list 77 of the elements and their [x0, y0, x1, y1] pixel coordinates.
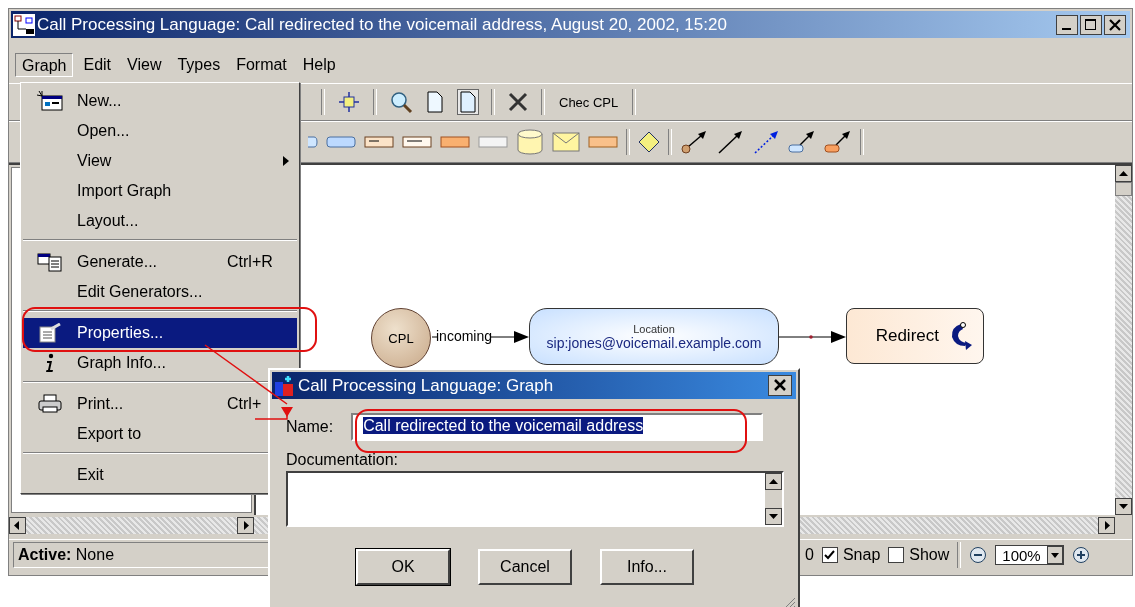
redirect-node[interactable]: Redirect: [846, 308, 984, 364]
dialog-title: Call Processing Language: Graph: [298, 375, 555, 396]
scroll-down-icon[interactable]: [1115, 498, 1132, 515]
node-caption: Location: [633, 322, 675, 335]
status-value: 0: [805, 546, 814, 564]
zoom-out-icon[interactable]: [969, 546, 988, 564]
new-window-icon: [37, 91, 63, 111]
scroll-right-icon[interactable]: [1098, 516, 1115, 534]
scroll-thumb[interactable]: [1115, 182, 1132, 196]
generate-icon: [37, 252, 63, 272]
menu-item[interactable]: Edit: [77, 53, 118, 77]
menu-option[interactable]: Generate... Ctrl+R: [23, 247, 297, 277]
snap-label: Snap: [842, 546, 881, 564]
close-icon[interactable]: [1104, 14, 1126, 35]
printer-icon: [37, 394, 63, 414]
maximize-icon[interactable]: [1080, 14, 1102, 35]
diamond-icon[interactable]: [638, 131, 660, 153]
note-rect-icon[interactable]: [402, 135, 432, 149]
node-label: Redirect: [875, 326, 939, 346]
menu-option[interactable]: Graph Info...: [23, 348, 297, 378]
location-node[interactable]: Location sip:jones@voicemail.example.com: [529, 308, 779, 365]
search-icon[interactable]: [389, 90, 413, 114]
dialog-button[interactable]: OK: [356, 549, 450, 585]
check-cpl-button[interactable]: Chec CPL: [557, 94, 621, 110]
crosshair-icon[interactable]: [337, 90, 361, 114]
page-icon[interactable]: [457, 89, 479, 115]
delete-icon[interactable]: [507, 91, 529, 113]
app-icon: [274, 374, 296, 397]
start-node[interactable]: CPL: [371, 308, 431, 368]
menu-option[interactable]: View: [23, 146, 297, 176]
phone-handset-icon: [949, 321, 973, 351]
menu-item[interactable]: Format: [230, 53, 293, 77]
close-icon[interactable]: [768, 375, 792, 396]
show-label: Show: [909, 546, 950, 564]
info-icon: [44, 353, 56, 373]
menu-option[interactable]: Open...: [23, 116, 297, 146]
zoom-in-icon[interactable]: [1071, 546, 1090, 564]
connector-icon[interactable]: [680, 129, 708, 155]
envelope-icon[interactable]: [552, 131, 580, 153]
menu-option[interactable]: Import Graph: [23, 176, 297, 206]
menu-option[interactable]: New...: [23, 86, 297, 116]
scroll-right-icon[interactable]: [237, 516, 254, 534]
zoom-dropdown[interactable]: 100%: [995, 545, 1064, 565]
edge-tick: [431, 336, 438, 338]
menu-item[interactable]: Graph: [15, 53, 74, 77]
menu-item[interactable]: Types: [171, 53, 227, 77]
menu-option[interactable]: Edit Generators...: [23, 277, 297, 307]
snap-checkbox[interactable]: [821, 547, 838, 563]
app-icon: [13, 13, 35, 36]
dashed-arrow-icon[interactable]: [752, 129, 780, 155]
submenu-arrow-icon: [283, 156, 289, 166]
scroll-left-icon[interactable]: [9, 516, 26, 534]
page-icon[interactable]: [425, 90, 445, 114]
scroll-up-icon[interactable]: [1115, 165, 1132, 182]
name-field[interactable]: Call redirected to the voicemail address: [351, 413, 764, 441]
minimize-icon[interactable]: [1056, 14, 1078, 35]
connector-icon[interactable]: [788, 129, 816, 155]
note-rect-icon[interactable]: [364, 135, 394, 149]
window-title: Call Processing Language: Call redirected to the voicemail address, August 20, 2002, 15:20: [37, 14, 728, 35]
documentation-label: Documentation:: [286, 451, 399, 469]
node-address: sip:jones@voicemail.example.com: [546, 334, 762, 351]
edge-arrow: [490, 331, 529, 343]
menu-item[interactable]: View: [121, 53, 168, 77]
connector-icon[interactable]: [824, 129, 852, 155]
show-checkbox[interactable]: [888, 547, 905, 563]
edge-label: incoming: [436, 328, 493, 344]
properties-icon: [37, 323, 63, 343]
edge-arrow: [778, 331, 846, 343]
dialog-button[interactable]: Cancel: [478, 549, 572, 585]
shape-icon[interactable]: [308, 135, 318, 149]
cylinder-icon[interactable]: [516, 129, 544, 155]
menu-option[interactable]: Layout...: [23, 206, 297, 236]
name-label: Name:: [286, 418, 334, 436]
menu-item[interactable]: Help: [296, 53, 342, 77]
arrow-icon[interactable]: [716, 129, 744, 155]
dialog-button[interactable]: Info...: [600, 549, 694, 585]
menu-option[interactable]: Properties...: [23, 318, 297, 348]
